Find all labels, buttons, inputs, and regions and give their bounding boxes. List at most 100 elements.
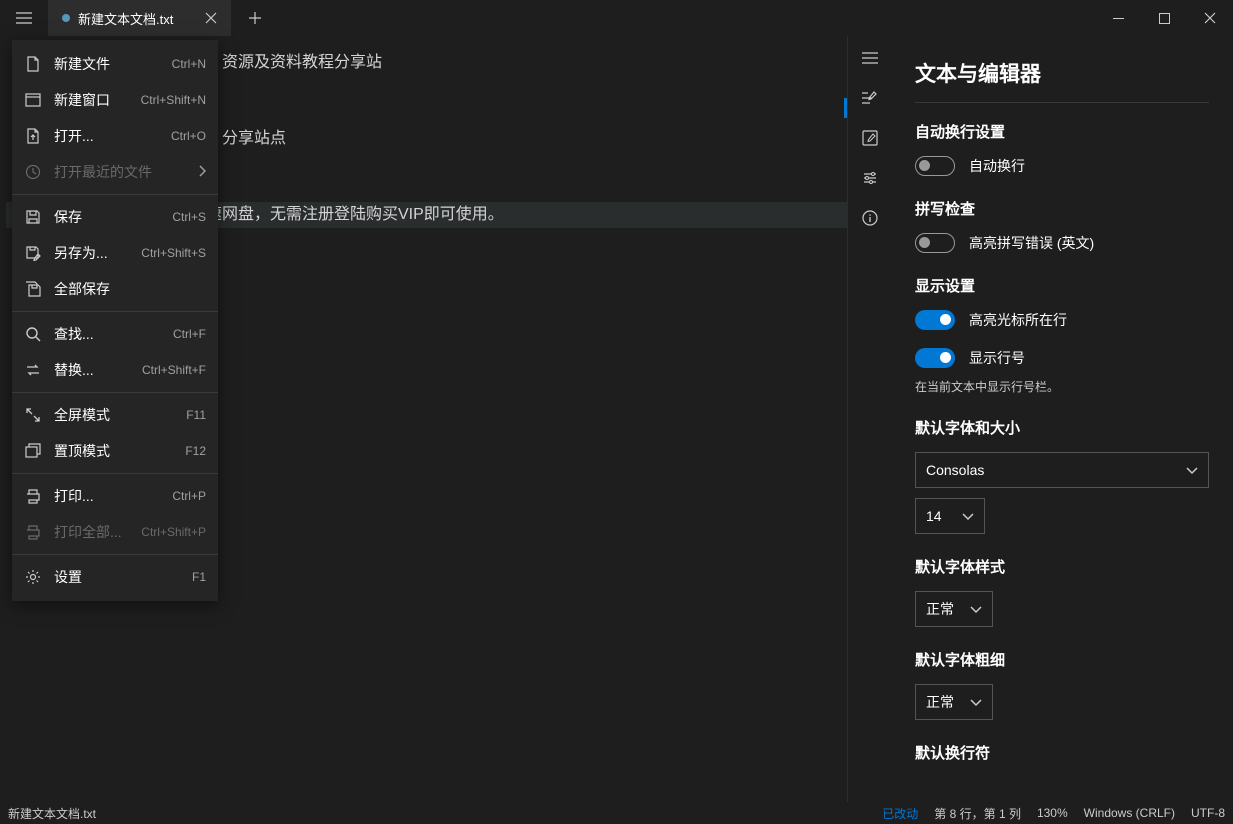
menu-separator [12,392,218,393]
menu-item-new-window[interactable]: 新建窗口Ctrl+Shift+N [12,82,218,118]
file-menu: 新建文件 Ctrl+N 新建窗口Ctrl+Shift+N打开...Ctrl+O 打开最… [12,40,218,601]
menu-item-fullscreen[interactable]: 全屏模式 F11 [12,397,218,433]
menu-item-open[interactable]: 打开...Ctrl+O [12,118,218,154]
show-lineno-toggle[interactable] [915,348,955,368]
ontop-icon [24,442,42,460]
status-encoding[interactable]: UTF-8 [1191,806,1225,820]
menu-item-always-on-top[interactable]: 置顶模式 F12 [12,433,218,469]
new-tab-button[interactable] [237,0,273,36]
search-icon [24,325,42,343]
chevron-down-icon [970,601,982,617]
font-select[interactable]: Consolas [915,452,1209,488]
menu-item-label: 全屏模式 [54,405,174,425]
chevron-down-icon [962,508,974,524]
menu-item-label: 新建文件 [54,54,160,74]
menu-item-find[interactable]: 查找...Ctrl+F [12,316,218,352]
menu-item-print[interactable]: 打印... Ctrl+P [12,478,218,514]
menu-item-shortcut: Ctrl+F [173,327,206,341]
menu-separator [12,554,218,555]
word-wrap-toggle[interactable] [915,156,955,176]
menu-item-save-as[interactable]: 另存为...Ctrl+Shift+S [12,235,218,271]
menu-item-shortcut: F1 [192,570,206,584]
menu-item-shortcut: Ctrl+S [172,210,206,224]
menu-item-label: 保存 [54,207,160,227]
chevron-down-icon [1186,462,1198,478]
menu-item-label: 打印... [54,486,160,506]
spell-section-title: 拼写检查 [915,198,1209,219]
menu-item-save-all[interactable]: 全部保存 [12,271,218,307]
settings-icon [24,568,42,586]
menu-item-shortcut: Ctrl+Shift+N [141,93,206,107]
font-weight-select[interactable]: 正常 [915,684,993,720]
menu-item-label: 另存为... [54,243,129,263]
menu-item-label: 全部保存 [54,279,206,299]
chevron-down-icon [970,694,982,710]
menu-item-replace[interactable]: 替换... Ctrl+Shift+F [12,352,218,388]
close-button[interactable] [1187,0,1233,36]
edit-icon[interactable] [860,128,880,148]
status-position[interactable]: 第 8 行，第 1 列 [934,805,1021,822]
weight-section-title: 默认字体粗细 [915,649,1209,670]
word-wrap-label: 自动换行 [969,156,1025,176]
tab-close-button[interactable] [201,8,221,28]
active-tab-indicator [844,98,847,118]
replace-icon [24,361,42,379]
hamburger-menu-button[interactable] [0,0,48,36]
menu-item-shortcut: F11 [186,408,206,422]
show-lineno-label: 显示行号 [969,348,1025,368]
print-icon [24,487,42,505]
window-icon [24,91,42,109]
saveas-icon [24,244,42,262]
chevron-right-icon [198,164,206,180]
fullscreen-icon [24,406,42,424]
font-size-value: 14 [926,508,942,524]
recent-icon [24,163,42,181]
status-zoom[interactable]: 130% [1037,806,1068,820]
menu-item-shortcut: Ctrl+N [172,57,206,71]
titlebar: 新建文本文档.txt [0,0,1233,36]
status-file: 新建文本文档.txt [8,805,866,822]
menu-item-label: 打开最近的文件 [54,162,186,182]
text-editor-icon[interactable] [860,88,880,108]
menu-item-label: 替换... [54,360,130,380]
status-line-ending[interactable]: Windows (CRLF) [1084,806,1175,820]
menu-item-shortcut: Ctrl+P [172,489,206,503]
save-icon [24,208,42,226]
vertical-toolbar [847,36,891,802]
menu-item-new-file[interactable]: 新建文件 Ctrl+N [12,46,218,82]
menu-item-label: 置顶模式 [54,441,173,461]
menu-item-shortcut: Ctrl+Shift+P [141,525,206,539]
toolbar-menu-icon[interactable] [860,48,880,68]
wrap-section-title: 自动换行设置 [915,121,1209,142]
sliders-icon[interactable] [860,168,880,188]
highlight-line-label: 高亮光标所在行 [969,310,1067,330]
tab-title: 新建文本文档.txt [78,9,173,28]
minimize-button[interactable] [1095,0,1141,36]
lineno-description: 在当前文本中显示行号栏。 [915,378,1209,395]
highlight-line-toggle[interactable] [915,310,955,330]
menu-item-shortcut: F12 [185,444,206,458]
status-bar: 新建文本文档.txt 已改动 第 8 行，第 1 列 130% Windows … [0,802,1233,824]
style-section-title: 默认字体样式 [915,556,1209,577]
font-section-title: 默认字体和大小 [915,417,1209,438]
menu-separator [12,311,218,312]
spell-check-label: 高亮拼写错误 (英文) [969,233,1094,253]
font-weight-value: 正常 [926,692,954,712]
tab[interactable]: 新建文本文档.txt [48,0,231,36]
info-icon[interactable] [860,208,880,228]
font-style-select[interactable]: 正常 [915,591,993,627]
menu-item-label: 设置 [54,567,180,587]
font-size-select[interactable]: 14 [915,498,985,534]
menu-item-settings[interactable]: 设置 F1 [12,559,218,595]
menu-separator [12,473,218,474]
font-style-value: 正常 [926,599,954,619]
menu-item-save[interactable]: 保存 Ctrl+S [12,199,218,235]
menu-item-shortcut: Ctrl+Shift+F [142,363,206,377]
modified-dot-icon [62,14,70,22]
font-select-value: Consolas [926,462,984,478]
status-modified[interactable]: 已改动 [882,805,918,822]
maximize-button[interactable] [1141,0,1187,36]
display-section-title: 显示设置 [915,275,1209,296]
saveall-icon [24,280,42,298]
spell-check-toggle[interactable] [915,233,955,253]
